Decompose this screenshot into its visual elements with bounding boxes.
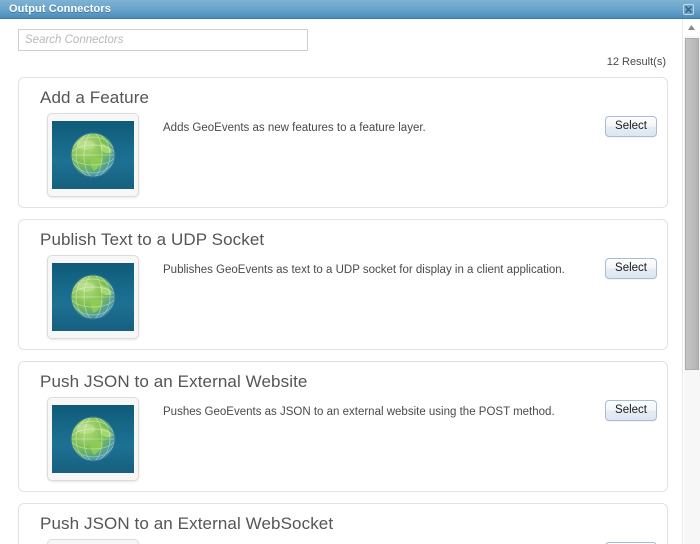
globe-icon (70, 416, 116, 462)
connector-thumbnail (47, 255, 139, 339)
search-input[interactable] (18, 29, 308, 51)
window-title: Output Connectors (9, 2, 111, 15)
scrollbar-thumb[interactable] (685, 38, 699, 370)
connector-body: Pushes GeoEvents as JSON to an external … (29, 539, 657, 544)
output-connectors-dialog: Output Connectors 12 Result(s) Add a Fea… (0, 0, 700, 544)
connector-title: Push JSON to an External WebSocket (40, 514, 334, 533)
search-toolbar (0, 19, 682, 51)
connector-body: Adds GeoEvents as new features to a feat… (29, 113, 657, 197)
connector-description: Pushes GeoEvents as JSON to an external … (139, 539, 657, 544)
select-button[interactable]: Select (605, 116, 657, 137)
connector-card[interactable]: Push JSON to an External WebSocket (18, 503, 668, 544)
connector-thumbnail (47, 397, 139, 481)
results-count: 12 Result(s) (606, 56, 666, 68)
connector-title: Publish Text to a UDP Socket (40, 230, 265, 249)
globe-icon (70, 274, 116, 320)
connector-thumbnail (47, 113, 139, 197)
connector-card[interactable]: Publish Text to a UDP Socket Publishes G… (18, 219, 668, 350)
window-titlebar: Output Connectors (0, 0, 700, 19)
connector-card-list: Add a Feature Adds GeoEvents as new feat… (0, 73, 682, 544)
connector-card[interactable]: Push JSON to an External Website Pushes … (18, 361, 668, 492)
scroll-up-arrow-icon[interactable] (683, 19, 700, 36)
connector-card[interactable]: Add a Feature Adds GeoEvents as new feat… (18, 77, 668, 208)
connector-body: Pushes GeoEvents as JSON to an external … (29, 397, 657, 481)
connector-description: Publishes GeoEvents as text to a UDP soc… (163, 264, 565, 276)
select-button[interactable]: Select (605, 258, 657, 279)
vertical-scrollbar[interactable] (682, 19, 700, 544)
connector-title: Add a Feature (40, 88, 150, 107)
connector-thumbnail (47, 539, 139, 544)
close-icon[interactable] (681, 2, 696, 17)
globe-icon (70, 132, 116, 178)
connector-description: Pushes GeoEvents as JSON to an external … (163, 406, 555, 418)
connector-title: Push JSON to an External Website (40, 372, 308, 391)
dialog-content: 12 Result(s) Add a Feature (0, 19, 682, 544)
connector-body: Publishes GeoEvents as text to a UDP soc… (29, 255, 657, 339)
connector-description: Adds GeoEvents as new features to a feat… (163, 122, 426, 134)
select-button[interactable]: Select (605, 400, 657, 421)
results-row: 12 Result(s) (0, 51, 682, 73)
